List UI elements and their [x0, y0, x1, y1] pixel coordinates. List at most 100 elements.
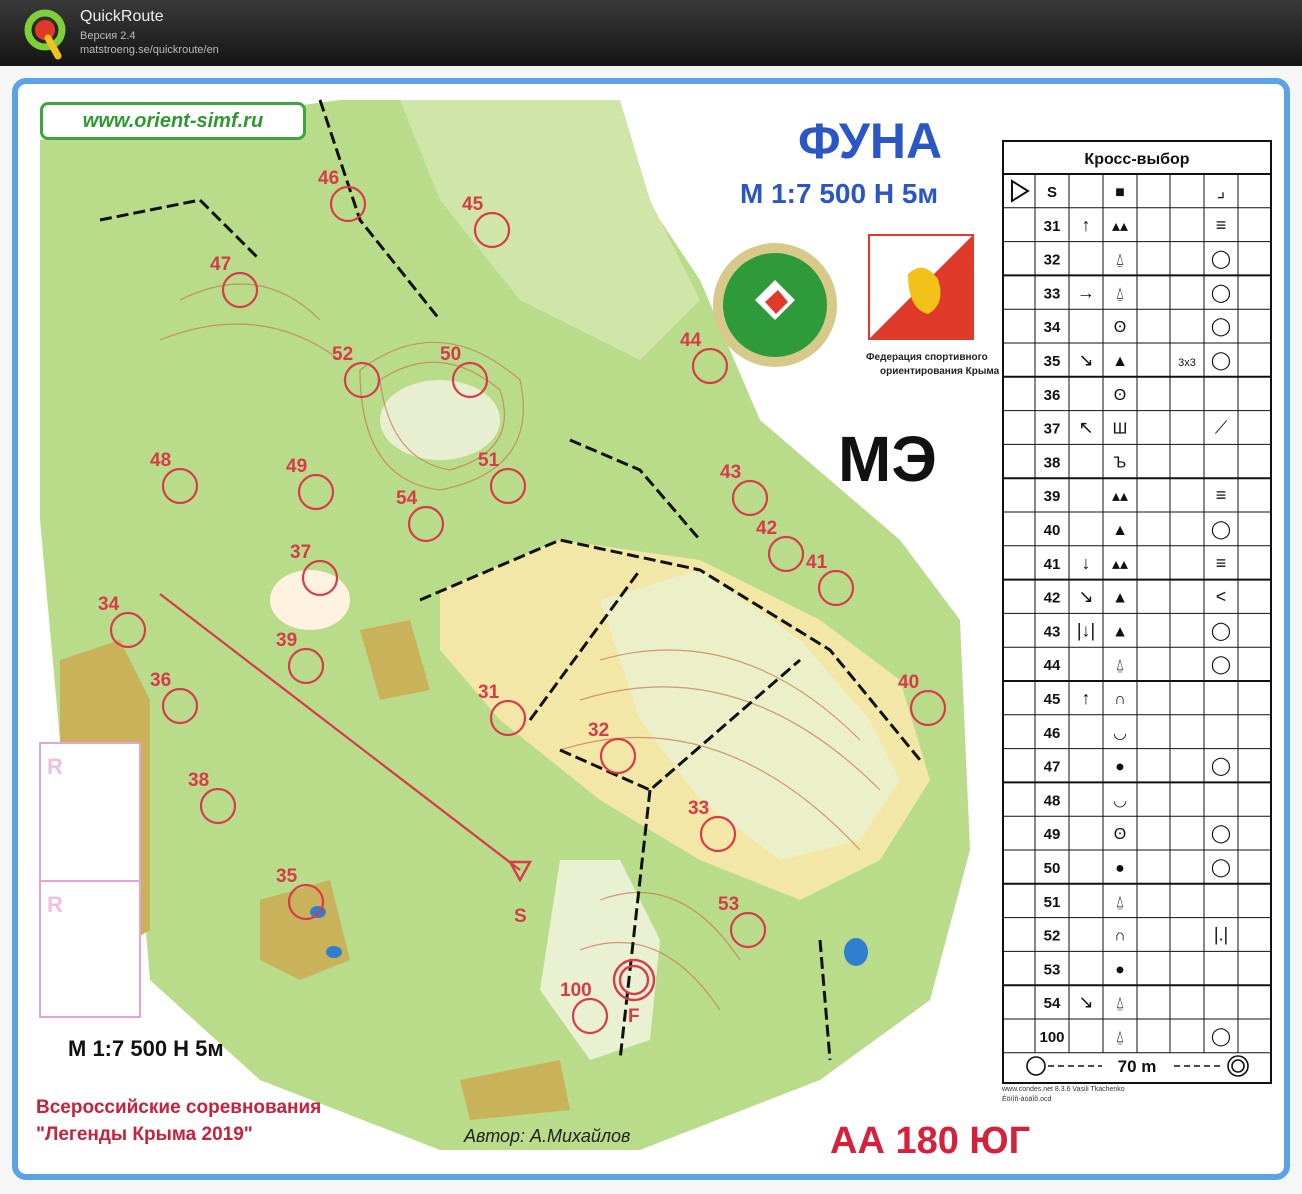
row-num: 52	[1044, 928, 1061, 945]
row-extra: ⌟	[1217, 181, 1225, 201]
row-feature: ▲	[1112, 623, 1128, 640]
row-num: 47	[1044, 759, 1061, 776]
row-feature: ◡	[1113, 725, 1127, 742]
row-feature: ⍙	[1115, 894, 1125, 911]
row-extra: ◯	[1211, 316, 1231, 337]
event-subtitle: "Легенды Крыма 2019"	[36, 1124, 253, 1145]
relay-boxes: R R	[39, 742, 141, 1018]
russia-federation-emblem	[713, 243, 837, 367]
control-number: 40	[898, 672, 919, 693]
row-dir: |↓|	[1077, 620, 1095, 640]
row-feature: ■	[1115, 184, 1125, 201]
description-title: Кросс-выбор	[1084, 151, 1189, 168]
row-num: 33	[1044, 285, 1061, 302]
federation-caption: Федерация спортивного	[866, 352, 988, 363]
control-number: 36	[150, 670, 171, 691]
control-number: 39	[276, 630, 297, 651]
crimea-federation-logo	[868, 234, 974, 340]
federation-caption: ориентирования Крыма	[880, 366, 1000, 377]
class-name: МЭ	[838, 423, 937, 495]
row-num: 53	[1044, 961, 1061, 978]
control-number: 51	[478, 450, 500, 471]
row-num: 42	[1044, 590, 1061, 607]
row-num: 51	[1044, 894, 1061, 911]
row-extra: ≡	[1216, 215, 1227, 235]
control-number: 48	[150, 450, 171, 471]
row-num: 39	[1044, 488, 1061, 505]
relay-box-label: R	[47, 754, 63, 779]
control-number: 42	[756, 518, 777, 539]
row-num: 34	[1044, 319, 1061, 336]
control-number: 35	[276, 866, 298, 887]
row-num: 31	[1044, 218, 1061, 235]
row-feature: ▲	[1112, 590, 1128, 607]
row-feature: ⍙	[1115, 995, 1125, 1012]
row-extra: ◯	[1211, 823, 1231, 844]
row-num: 100	[1039, 1029, 1064, 1046]
row-num: S	[1047, 184, 1057, 201]
control-number: 100	[560, 980, 592, 1001]
row-num: 50	[1044, 860, 1061, 877]
row-feature: ⍙	[1115, 657, 1125, 674]
map-scale-bottom: М 1:7 500 Н 5м	[68, 1036, 224, 1061]
row-num: 41	[1044, 556, 1061, 573]
row-dir: ↑	[1082, 215, 1091, 235]
row-extra: ◯	[1211, 857, 1231, 878]
software-file: Éöìîñ-àóäîõ.ocd	[1002, 1096, 1052, 1103]
row-num: 32	[1044, 252, 1061, 269]
row-extra: ≡	[1216, 485, 1227, 505]
row-num: 35	[1044, 353, 1061, 370]
control-number: 53	[718, 894, 739, 915]
row-feature: ⍙	[1115, 252, 1125, 269]
row-num: 46	[1044, 725, 1061, 742]
row-extra: ◯	[1211, 620, 1231, 641]
row-num: 45	[1044, 691, 1061, 708]
row-feature: ⍙	[1115, 1029, 1125, 1046]
site-url: www.orient-simf.ru	[40, 102, 306, 140]
software-credit: www.condes.net 8.3.6 Vasili Tkachenko	[1002, 1086, 1125, 1093]
row-dir: ↘	[1078, 587, 1093, 607]
row-num: 49	[1044, 826, 1061, 843]
row-detail: 3x3	[1178, 357, 1196, 369]
row-extra: ◯	[1211, 249, 1231, 270]
app-version: Версия 2.4	[80, 30, 136, 42]
row-num: 37	[1044, 421, 1061, 438]
control-number: 44	[680, 330, 702, 351]
row-feature: ▴▴	[1112, 556, 1128, 573]
row-num: 48	[1044, 792, 1061, 809]
control-number: 43	[720, 462, 741, 483]
row-feature: ʘ	[1114, 387, 1126, 404]
row-feature: ●	[1115, 961, 1125, 978]
row-feature: ●	[1115, 759, 1125, 776]
control-description-sheet: Кросс-выбор S ■ ⌟ 31 ↑ ▴▴ ≡ 32 ⍙ ◯ 33 → ⍙ ◯ 34 ʘ ◯ 35 ↘ ▲ 3x…	[1002, 140, 1272, 1084]
row-extra: ⟋	[1215, 418, 1228, 438]
row-extra: ◯	[1211, 350, 1231, 371]
row-feature: ▲	[1112, 353, 1128, 370]
quickroute-q-icon	[24, 9, 66, 60]
row-num: 43	[1044, 623, 1061, 640]
row-feature: ⍙	[1115, 285, 1125, 302]
row-feature: ▴▴	[1112, 218, 1128, 235]
control-number: 47	[210, 254, 231, 275]
row-dir: ↖	[1078, 418, 1093, 438]
row-feature: ∩	[1114, 928, 1126, 945]
row-extra: |.|	[1214, 925, 1228, 945]
finish-label: F	[628, 1006, 640, 1027]
row-feature: Ш	[1113, 421, 1128, 438]
control-number: 41	[806, 552, 828, 573]
finish-distance: 70 m	[1118, 1057, 1157, 1076]
app-url-link[interactable]: matstroeng.se/quickroute/en	[80, 44, 219, 56]
control-number: 49	[286, 456, 307, 477]
row-feature: ʘ	[1114, 319, 1126, 336]
row-extra: ≡	[1216, 553, 1227, 573]
row-num: 36	[1044, 387, 1061, 404]
control-number: 37	[290, 542, 311, 563]
row-dir: →	[1077, 282, 1095, 302]
control-number: 45	[462, 194, 484, 215]
control-number: 34	[98, 594, 120, 615]
control-number: 33	[688, 798, 709, 819]
row-dir: ↓	[1082, 553, 1091, 573]
row-dir: ↘	[1078, 992, 1093, 1012]
control-number: 32	[588, 720, 609, 741]
row-feature: ◡	[1113, 792, 1127, 809]
